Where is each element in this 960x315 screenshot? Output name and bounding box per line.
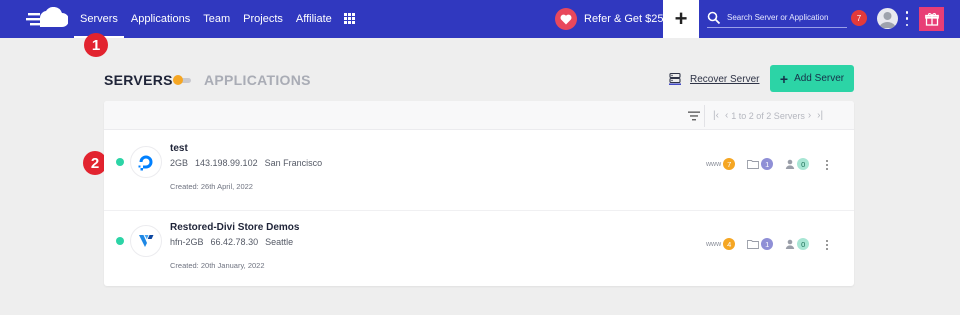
heart-icon <box>555 8 577 30</box>
server-created-date: Created: 26th April, 2022 <box>170 182 253 191</box>
status-indicator <box>116 237 124 245</box>
refer-button[interactable]: Refer & Get $25 <box>555 8 664 30</box>
www-label: www <box>706 240 722 248</box>
pager-divider <box>704 105 705 127</box>
nav-item-servers[interactable]: Servers <box>74 0 124 38</box>
projects-count[interactable]: 1 <box>747 158 774 170</box>
plus-icon: + <box>779 70 789 87</box>
server-details: hfn-2GB 66.42.78.30 Seattle <box>170 237 300 247</box>
server-stack-icon <box>669 72 681 85</box>
search-icon <box>707 11 721 24</box>
servers-section-title[interactable]: SERVERS <box>104 72 173 88</box>
top-navigation-bar: Servers Applications Team Projects Affil… <box>0 0 960 38</box>
apps-count[interactable]: www 4 <box>706 238 736 250</box>
server-ip: 66.42.78.30 <box>210 237 259 247</box>
apps-grid-icon[interactable] <box>344 13 355 24</box>
server-list-card: |‹ ‹ 1 to 2 of 2 Servers › ›| test 2GB 14… <box>104 101 854 286</box>
server-name[interactable]: Restored-Divi Store Demos <box>170 222 299 233</box>
vultr-icon <box>130 225 162 257</box>
nav-item-applications[interactable]: Applications <box>131 0 190 38</box>
server-row[interactable]: Restored-Divi Store Demos hfn-2GB 66.42.7… <box>104 210 854 288</box>
server-location: San Francisco <box>264 158 323 168</box>
prev-page-icon[interactable]: ‹ <box>725 110 728 121</box>
gift-icon <box>924 13 939 26</box>
members-count-badge: 0 <box>797 158 810 170</box>
status-indicator <box>116 158 124 166</box>
server-ip: 143.198.99.102 <box>195 158 258 168</box>
last-page-icon[interactable]: ›| <box>817 110 823 121</box>
apps-count[interactable]: www 7 <box>706 158 736 170</box>
server-stats: www 4 1 0 <box>706 238 821 250</box>
folder-icon <box>747 240 760 249</box>
user-icon <box>785 159 795 169</box>
apps-count-badge: 4 <box>723 238 736 250</box>
server-created-date: Created: 20th January, 2022 <box>170 261 265 270</box>
digitalocean-icon <box>130 146 162 178</box>
projects-count-badge: 1 <box>761 238 774 250</box>
server-list-toolbar: |‹ ‹ 1 to 2 of 2 Servers › ›| <box>104 101 854 130</box>
user-icon <box>879 12 896 28</box>
add-server-label: Add Server <box>794 73 845 84</box>
server-row-menu-icon[interactable] <box>825 240 828 250</box>
projects-count-badge: 1 <box>761 158 774 170</box>
cloudways-logo-icon[interactable] <box>26 6 69 31</box>
server-location: Seattle <box>265 237 294 247</box>
search-box <box>707 8 847 28</box>
apps-count-badge: 7 <box>723 158 736 170</box>
gift-button[interactable] <box>919 7 944 31</box>
first-page-icon[interactable]: |‹ <box>713 110 719 121</box>
refer-label: Refer & Get $25 <box>584 13 664 25</box>
nav-item-projects[interactable]: Projects <box>243 0 283 38</box>
folder-icon <box>747 160 760 169</box>
server-details: 2GB 143.198.99.102 San Francisco <box>170 158 329 168</box>
add-server-button[interactable]: + Add Server <box>770 65 854 92</box>
pagination-text: 1 to 2 of 2 Servers <box>731 110 805 121</box>
server-size: hfn-2GB <box>170 237 204 247</box>
projects-count[interactable]: 1 <box>747 238 774 250</box>
create-new-button[interactable]: + <box>663 0 699 38</box>
members-count[interactable]: 0 <box>785 238 810 250</box>
www-label: www <box>706 160 722 168</box>
main-nav: Servers Applications Team Projects Affil… <box>74 0 345 38</box>
servers-applications-toggle[interactable] <box>173 75 191 85</box>
nav-item-affiliate[interactable]: Affiliate <box>296 0 332 38</box>
pagination: |‹ ‹ 1 to 2 of 2 Servers › ›| <box>710 101 826 130</box>
server-name[interactable]: test <box>170 143 188 154</box>
server-row[interactable]: test 2GB 143.198.99.102 San Francisco Crea… <box>104 131 854 209</box>
server-row-menu-icon[interactable] <box>825 160 828 170</box>
members-count-badge: 0 <box>797 238 810 250</box>
next-page-icon[interactable]: › <box>808 110 811 121</box>
search-input[interactable] <box>727 13 847 22</box>
nav-item-team[interactable]: Team <box>203 0 230 38</box>
notification-badge[interactable]: 7 <box>851 10 867 26</box>
avatar[interactable] <box>877 8 898 29</box>
recover-server-label: Recover Server <box>690 73 760 85</box>
more-menu-icon[interactable] <box>905 11 909 26</box>
server-stats: www 7 1 0 <box>706 158 821 170</box>
annotation-marker-1: 1 <box>84 33 108 57</box>
plus-icon: + <box>674 6 688 31</box>
members-count[interactable]: 0 <box>785 158 810 170</box>
sort-icon[interactable] <box>688 111 700 121</box>
recover-server-link[interactable]: Recover Server <box>668 72 759 86</box>
applications-section-title[interactable]: APPLICATIONS <box>204 72 311 88</box>
user-icon <box>785 239 795 249</box>
server-size: 2GB <box>170 158 189 168</box>
